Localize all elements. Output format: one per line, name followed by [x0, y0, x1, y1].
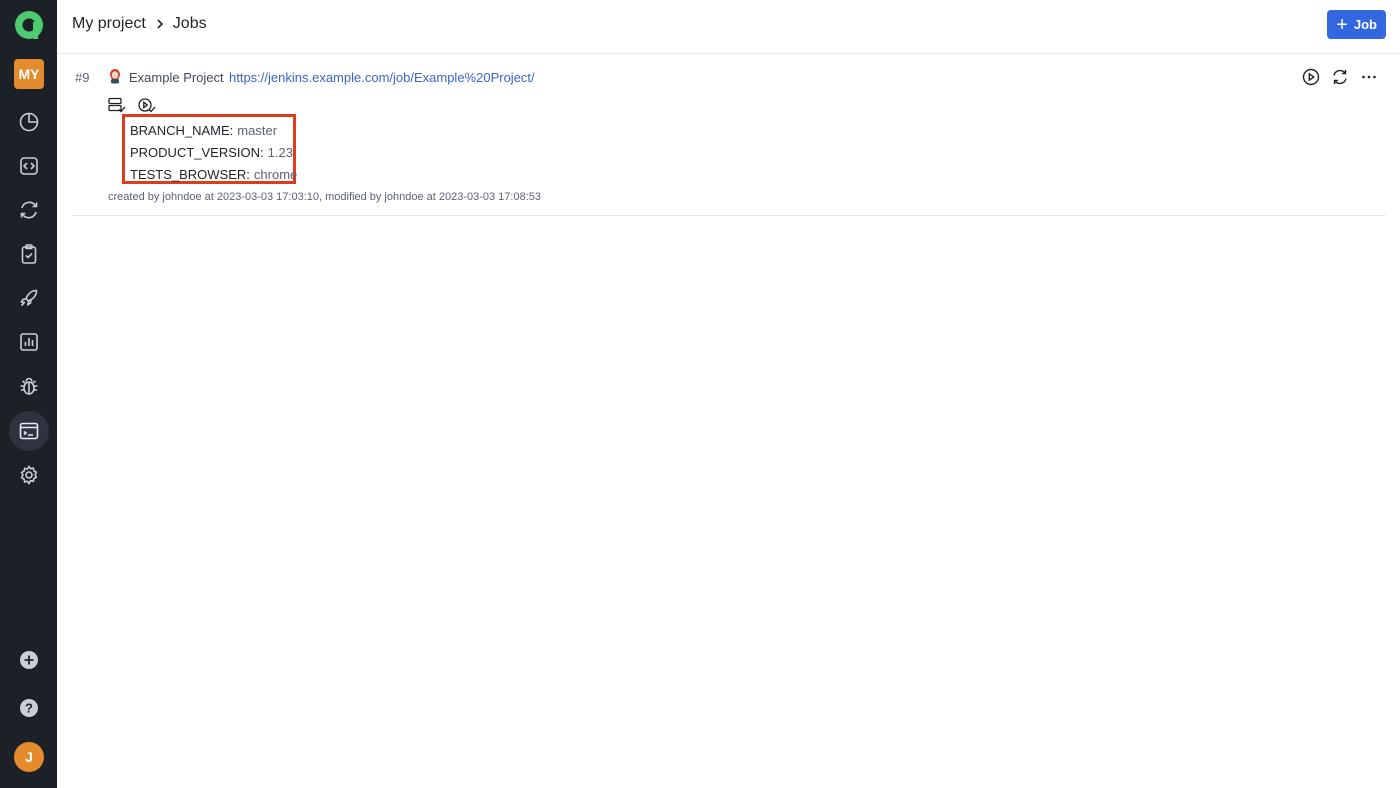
parameter-key: PRODUCT_VERSION:: [130, 145, 264, 160]
logo-icon[interactable]: [13, 9, 45, 41]
breadcrumb-project[interactable]: My project: [72, 15, 146, 33]
add-icon[interactable]: [9, 640, 49, 680]
bug-icon[interactable]: [9, 366, 49, 406]
chevron-right-icon: [156, 18, 164, 30]
settings-icon[interactable]: [9, 455, 49, 495]
parameter-value: chrome: [253, 167, 298, 182]
header: My project Jobs + Job: [57, 0, 1400, 54]
dashboard-icon[interactable]: [9, 102, 49, 142]
parameter-row: BRANCH_NAME: master: [130, 120, 293, 142]
parameter-key: BRANCH_NAME:: [130, 123, 234, 138]
add-job-button[interactable]: + Job: [1327, 10, 1386, 39]
jenkins-icon: [110, 69, 120, 84]
parameter-row: PRODUCT_VERSION: 1.23: [130, 142, 293, 164]
job-row[interactable]: #9 Example Project https://jenkins.examp…: [72, 55, 1386, 216]
sync-icon[interactable]: [1330, 67, 1349, 86]
job-url-link[interactable]: https://jenkins.example.com/job/Example%…: [229, 70, 535, 85]
project-badge[interactable]: MY: [14, 59, 44, 89]
parameter-value: master: [237, 123, 278, 138]
job-name: Example Project: [129, 70, 224, 85]
page-title: Jobs: [172, 15, 207, 32]
help-icon[interactable]: ?: [9, 688, 49, 728]
job-parameters: BRANCH_NAME: master PRODUCT_VERSION: 1.23 …: [122, 114, 297, 186]
job-status-icons: [108, 97, 156, 113]
run-check-icon: [138, 97, 156, 113]
analytics-icon[interactable]: [9, 322, 49, 362]
parameter-row: TESTS_BROWSER: chrome: [130, 164, 297, 186]
rocket-icon[interactable]: [9, 278, 49, 318]
breadcrumb: My project Jobs: [72, 15, 207, 33]
server-check-icon: [108, 97, 126, 113]
svg-text:?: ?: [25, 701, 33, 716]
sidebar: MY ? J: [0, 0, 57, 788]
row-actions: [1301, 67, 1378, 86]
play-icon[interactable]: [1301, 67, 1320, 86]
testcases-icon[interactable]: [9, 234, 49, 274]
add-job-label: Job: [1353, 17, 1377, 32]
parameter-key: TESTS_BROWSER:: [130, 167, 250, 182]
job-meta: created by johndoe at 2023-03-03 17:03:1…: [108, 191, 541, 203]
job-number: #9: [75, 70, 90, 85]
launches-icon[interactable]: [9, 190, 49, 230]
user-avatar[interactable]: J: [14, 742, 44, 772]
jobs-icon[interactable]: [9, 411, 49, 451]
parameter-value: 1.23: [267, 145, 293, 160]
code-icon[interactable]: [9, 146, 49, 186]
plus-icon: +: [1336, 13, 1348, 36]
more-icon[interactable]: [1359, 67, 1378, 86]
